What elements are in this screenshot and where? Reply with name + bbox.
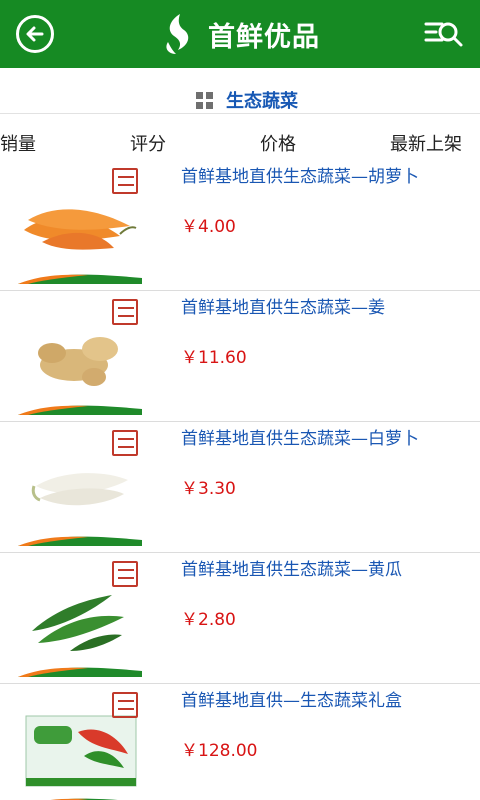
app-screen: 首鲜优品 生态蔬菜 销量 评分 价格 最新上架 首鲜基地直供生态蔬菜—胡萝卜 ￥… xyxy=(0,0,480,800)
product-name[interactable]: 首鲜基地直供生态蔬菜—胡萝卜 xyxy=(181,162,419,187)
header-bar: 首鲜优品 xyxy=(0,0,480,68)
brand-stamp-icon xyxy=(112,299,138,325)
brand-stamp-icon xyxy=(112,561,138,587)
product-item[interactable]: 首鲜基地直供生态蔬菜—胡萝卜 ￥4.00 xyxy=(0,160,480,291)
product-item[interactable]: 首鲜基地直供生态蔬菜—白萝卜 ￥3.30 xyxy=(0,422,480,553)
list-search-icon[interactable] xyxy=(424,18,464,50)
brand-logo-icon xyxy=(166,14,189,54)
product-image-carrot[interactable] xyxy=(18,168,142,284)
product-price: ￥4.00 xyxy=(181,217,236,237)
product-name[interactable]: 首鲜基地直供生态蔬菜—黄瓜 xyxy=(181,555,402,580)
product-list: 首鲜基地直供生态蔬菜—胡萝卜 ￥4.00 首鲜基地直供生态蔬菜—姜 ￥11.60 xyxy=(0,160,480,800)
sort-by-sales[interactable]: 销量 xyxy=(0,130,36,156)
swoosh-decoration xyxy=(18,405,142,415)
brand-stamp-icon xyxy=(112,430,138,456)
product-image-white-radish[interactable] xyxy=(18,430,142,546)
product-item[interactable]: 首鲜基地直供生态蔬菜—姜 ￥11.60 xyxy=(0,291,480,422)
swoosh-decoration xyxy=(18,667,142,677)
swoosh-decoration xyxy=(18,536,142,546)
brand-name: 首鲜优品 xyxy=(208,21,320,53)
category-bar: 生态蔬菜 xyxy=(0,68,480,114)
swoosh-decoration xyxy=(50,798,118,800)
sort-by-rating[interactable]: 评分 xyxy=(130,130,166,156)
product-name[interactable]: 首鲜基地直供生态蔬菜—姜 xyxy=(181,293,385,318)
grid-icon xyxy=(196,92,213,109)
product-item[interactable]: 首鲜基地直供生态蔬菜—黄瓜 ￥2.80 xyxy=(0,553,480,684)
product-image-cucumber[interactable] xyxy=(18,561,142,677)
product-name[interactable]: 首鲜基地直供生态蔬菜—白萝卜 xyxy=(181,424,419,449)
brand: 首鲜优品 xyxy=(160,12,320,56)
arrow-left-icon xyxy=(26,26,44,42)
product-name[interactable]: 首鲜基地直供—生态蔬菜礼盒 xyxy=(181,686,402,711)
back-button[interactable] xyxy=(16,15,54,53)
sort-by-newest[interactable]: 最新上架 xyxy=(390,130,462,156)
brand-stamp-icon xyxy=(112,692,138,718)
product-item[interactable]: 首鲜基地直供—生态蔬菜礼盒 ￥128.00 xyxy=(0,684,480,800)
product-image-gift-box[interactable] xyxy=(18,692,142,800)
product-price: ￥2.80 xyxy=(181,610,236,630)
sort-bar: 销量 评分 价格 最新上架 xyxy=(0,130,480,158)
category-title: 生态蔬菜 xyxy=(226,91,298,112)
product-image-ginger[interactable] xyxy=(18,299,142,415)
sort-by-price[interactable]: 价格 xyxy=(260,130,296,156)
product-price: ￥3.30 xyxy=(181,479,236,499)
brand-stamp-icon xyxy=(112,168,138,194)
swoosh-decoration xyxy=(18,274,142,284)
product-price: ￥128.00 xyxy=(181,741,258,761)
product-price: ￥11.60 xyxy=(181,348,247,368)
